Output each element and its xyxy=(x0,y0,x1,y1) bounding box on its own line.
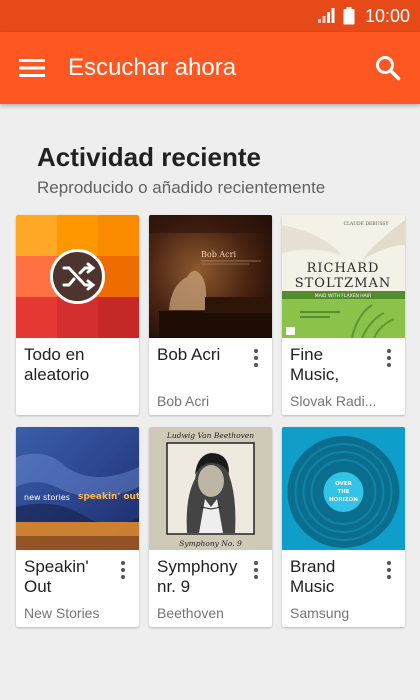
album-art-text: Ludwig Van Beethoven xyxy=(166,431,254,440)
more-options-button[interactable] xyxy=(244,345,268,371)
album-art-text: new stories xyxy=(24,493,70,502)
card-subtitle: Beethoven xyxy=(157,605,224,621)
more-options-button[interactable] xyxy=(111,557,135,583)
app-bar: Escuchar ahora xyxy=(0,32,420,104)
album-art: CLAUDE DEBUSSY RICHARD STOLTZMAN MAID WI… xyxy=(282,215,405,338)
section-title: Actividad reciente xyxy=(37,142,261,172)
card-title: Bob Acri xyxy=(157,345,221,364)
album-card[interactable]: new stories speakin' out Speakin' Out Ne… xyxy=(16,427,139,627)
more-options-button[interactable] xyxy=(244,557,268,583)
app-title: Escuchar ahora xyxy=(68,54,237,81)
search-button[interactable] xyxy=(368,48,408,88)
album-card[interactable]: Bob Acri Bob Acri Bob Acri xyxy=(149,215,272,415)
hamburger-menu-icon xyxy=(19,59,45,77)
album-art: new stories speakin' out xyxy=(16,427,139,550)
album-art: Bob Acri xyxy=(149,215,272,338)
section-subtitle: Reproducido o añadido recientemente xyxy=(37,178,326,197)
album-art-text: HORIZON xyxy=(329,497,358,503)
card-subtitle: Bob Acri xyxy=(157,393,210,409)
status-bar: 10:00 xyxy=(0,0,420,32)
search-icon xyxy=(376,56,401,81)
card-subtitle: Slovak Radi... xyxy=(290,393,377,409)
card-title: Todo en aleatorio xyxy=(24,345,90,384)
card-subtitle: Samsung xyxy=(290,605,350,621)
album-art-text: RICHARD xyxy=(307,261,380,276)
album-art: Ludwig Van Beethoven Symphony No. 9 xyxy=(149,427,272,550)
album-art-text: Symphony No. 9 xyxy=(179,539,242,548)
album-card[interactable]: CLAUDE DEBUSSY RICHARD STOLTZMAN MAID WI… xyxy=(282,215,405,415)
album-card[interactable]: OVER THE HORIZON Brand Music Samsung xyxy=(282,427,405,627)
card-title: Speakin' Out xyxy=(24,557,89,596)
more-options-button[interactable] xyxy=(377,557,401,583)
album-art-text: CLAUDE DEBUSSY xyxy=(344,221,390,227)
battery-icon xyxy=(343,7,355,25)
shuffle-all-card[interactable]: Todo en aleatorio xyxy=(16,215,139,415)
card-title: Fine Music, xyxy=(290,345,340,384)
more-options-button[interactable] xyxy=(377,345,401,371)
album-art-text: OVER xyxy=(335,481,353,487)
album-art: OVER THE HORIZON xyxy=(282,427,405,550)
menu-button[interactable] xyxy=(12,48,52,88)
album-art-text: THE xyxy=(337,489,349,495)
clock: 10:00 xyxy=(364,5,410,26)
card-subtitle: New Stories xyxy=(24,605,100,621)
card-title: Symphony nr. 9 xyxy=(157,557,238,596)
album-card[interactable]: Ludwig Van Beethoven Symphony No. 9 Symp… xyxy=(149,427,272,627)
shuffle-all-art xyxy=(16,215,139,338)
album-art-text: Bob Acri xyxy=(201,250,236,259)
card-title: Brand Music xyxy=(290,557,336,596)
album-art-text: MAID WITH FLAXEN HAIR xyxy=(315,293,371,299)
album-art-text: STOLTZMAN xyxy=(295,276,392,291)
signal-icon xyxy=(317,8,335,23)
album-art-text: speakin' out xyxy=(78,492,139,502)
